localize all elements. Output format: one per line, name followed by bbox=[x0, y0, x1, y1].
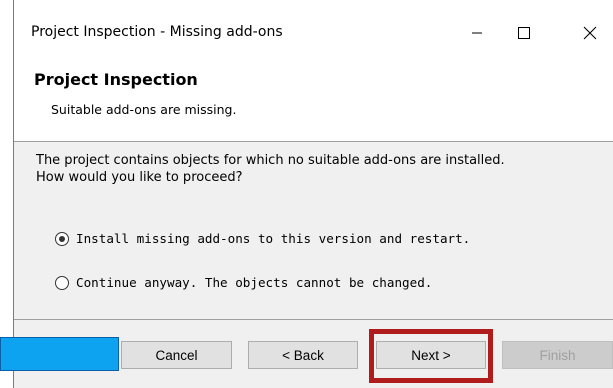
blue-overlay-bar bbox=[0, 337, 119, 371]
description-line-2: How would you like to proceed? bbox=[36, 170, 243, 185]
next-button-highlight bbox=[369, 329, 493, 383]
radio-button-unselected[interactable] bbox=[55, 275, 69, 290]
maximize-icon bbox=[518, 27, 530, 39]
close-icon bbox=[583, 26, 597, 40]
description-text: The project contains objects for which n… bbox=[36, 152, 505, 186]
wizard-body: The project contains objects for which n… bbox=[14, 142, 613, 319]
wizard-header: Project Inspection Suitable add-ons are … bbox=[14, 62, 613, 141]
finish-button: Finish bbox=[502, 341, 613, 369]
title-bar[interactable]: Project Inspection - Missing add-ons bbox=[14, 0, 613, 62]
option-install-addons[interactable]: Install missing add-ons to this version … bbox=[55, 231, 470, 246]
header-subtitle: Suitable add-ons are missing. bbox=[51, 102, 237, 117]
option-continue-label[interactable]: Continue anyway. The objects cannot be c… bbox=[76, 275, 432, 290]
radio-dot bbox=[59, 235, 65, 242]
cancel-button[interactable]: Cancel bbox=[121, 341, 232, 369]
minimize-icon bbox=[472, 32, 482, 34]
back-button[interactable]: < Back bbox=[248, 341, 358, 369]
option-install-label[interactable]: Install missing add-ons to this version … bbox=[76, 231, 470, 246]
close-button[interactable] bbox=[567, 10, 613, 56]
radio-button-selected[interactable] bbox=[55, 231, 69, 246]
project-inspection-dialog: Project Inspection - Missing add-ons Pro… bbox=[0, 0, 613, 388]
window-title: Project Inspection - Missing add-ons bbox=[31, 24, 283, 40]
maximize-button[interactable] bbox=[501, 10, 547, 56]
header-title: Project Inspection bbox=[34, 70, 198, 89]
minimize-button[interactable] bbox=[454, 10, 500, 56]
description-line-1: The project contains objects for which n… bbox=[36, 153, 505, 168]
option-continue-anyway[interactable]: Continue anyway. The objects cannot be c… bbox=[55, 275, 432, 290]
